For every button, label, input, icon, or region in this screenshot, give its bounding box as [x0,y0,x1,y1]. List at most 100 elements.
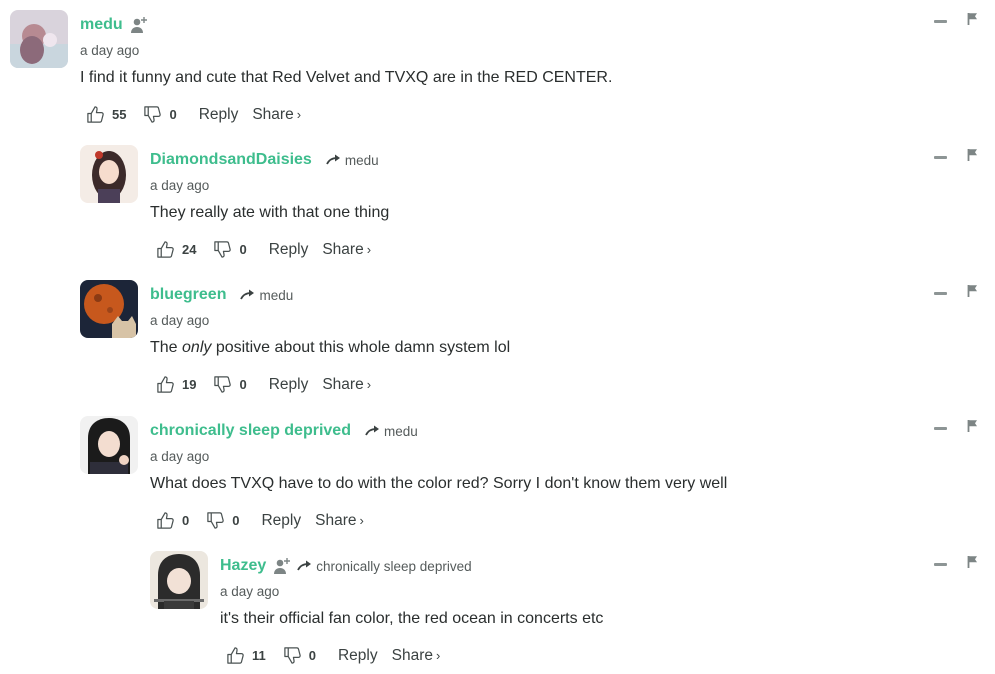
dislike-count: 0 [239,377,247,392]
chevron-right-icon: › [366,241,372,257]
reply-button[interactable]: Reply [199,106,239,124]
share-button[interactable]: Share › [315,512,364,530]
flag-icon[interactable] [967,555,979,569]
comment-actions: 19 0 Reply Share › [156,375,371,394]
thumbs-up-icon [157,376,174,393]
like-count: 24 [182,242,197,257]
follow-user-icon[interactable] [273,557,291,575]
reply-to[interactable]: medu [240,288,293,303]
reply-to[interactable]: medu [365,424,418,439]
share-button[interactable]: Share › [322,241,371,259]
share-label: Share [315,511,357,529]
reply-to-name: chronically sleep deprived [316,558,472,574]
upvote-button[interactable]: 11 [226,646,266,665]
flag-icon[interactable] [967,148,979,162]
avatar[interactable] [10,10,68,68]
reply-arrow-icon [297,560,312,571]
comment-controls [934,12,984,32]
upvote-button[interactable]: 19 [156,375,196,394]
collapse-icon[interactable] [934,156,947,159]
flag-icon[interactable] [967,419,979,433]
like-count: 11 [252,648,266,663]
thumbs-up-icon [87,106,104,123]
reply-arrow-icon [365,425,379,436]
downvote-button[interactable]: 0 [213,240,247,259]
share-button[interactable]: Share › [392,647,441,665]
comment-actions: 55 0 Reply Share › [86,105,301,124]
comment-text: The only positive about this whole damn … [150,339,511,356]
thumbs-down-icon [284,647,301,664]
author-name[interactable]: DiamondsandDaisies [150,151,312,169]
share-label: Share [252,105,294,123]
comment-text: it's their official fan color, the red o… [220,610,604,627]
dislike-count: 0 [169,107,177,122]
thumbs-down-icon [207,512,225,529]
comment-text: I find it funny and cute that Red Velvet… [80,69,613,86]
thumbs-up-icon [157,241,174,258]
reply-arrow-icon [326,154,340,165]
timestamp[interactable]: a day ago [80,43,139,58]
like-count: 55 [112,107,127,122]
share-label: Share [322,240,364,258]
downvote-button[interactable]: 0 [143,105,177,124]
avatar[interactable] [150,551,208,609]
reply-to[interactable]: chronically sleep deprived [297,558,472,574]
author-name[interactable]: Hazey [220,557,266,575]
comment-actions: 0 0 Reply Share › [156,511,364,530]
flag-icon[interactable] [967,284,979,298]
comment-controls [934,419,984,439]
avatar[interactable] [80,280,138,338]
chevron-right-icon: › [366,376,372,392]
comment-actions: 24 0 Reply Share › [156,240,371,259]
reply-arrow-icon [240,289,255,300]
avatar[interactable] [80,145,138,203]
downvote-button[interactable]: 0 [206,511,239,530]
collapse-icon[interactable] [934,563,947,566]
timestamp[interactable]: a day ago [150,178,209,193]
author-name[interactable]: chronically sleep deprived [150,422,351,440]
downvote-button[interactable]: 0 [213,375,247,394]
comment-text: They really ate with that one thing [150,204,390,221]
dislike-count: 0 [232,513,240,528]
like-count: 19 [182,377,197,392]
comment-controls [934,148,984,168]
share-button[interactable]: Share › [252,106,301,124]
comment-text: What does TVXQ have to do with the color… [150,475,728,492]
thumbs-down-icon [214,241,232,258]
reply-button[interactable]: Reply [261,512,301,530]
reply-button[interactable]: Reply [269,376,309,394]
chevron-right-icon: › [359,512,364,528]
dislike-count: 0 [239,242,247,257]
reply-to[interactable]: medu [326,153,379,168]
reply-button[interactable]: Reply [269,241,309,259]
downvote-button[interactable]: 0 [283,646,316,665]
upvote-button[interactable]: 0 [156,511,189,530]
avatar[interactable] [80,416,138,474]
comment-actions: 11 0 Reply Share › [226,646,440,665]
timestamp[interactable]: a day ago [150,449,209,464]
collapse-icon[interactable] [934,20,947,23]
comment-controls [934,555,984,575]
flag-icon[interactable] [967,12,979,26]
thumbs-up-icon [227,647,244,664]
author-name[interactable]: bluegreen [150,286,226,304]
timestamp[interactable]: a day ago [150,313,209,328]
upvote-button[interactable]: 55 [86,105,126,124]
share-label: Share [322,375,364,393]
share-label: Share [391,646,433,664]
comment-controls [934,284,984,304]
reply-to-name: medu [383,423,418,439]
author-name[interactable]: medu [80,16,123,34]
dislike-count: 0 [308,648,316,663]
chevron-right-icon: › [436,647,441,663]
reply-to-name: medu [344,152,379,168]
share-button[interactable]: Share › [322,376,371,394]
follow-user-icon[interactable] [130,16,148,34]
timestamp[interactable]: a day ago [220,584,279,599]
chevron-right-icon: › [296,106,302,122]
collapse-icon[interactable] [934,427,947,430]
reply-button[interactable]: Reply [338,647,378,665]
upvote-button[interactable]: 24 [156,240,196,259]
thumbs-down-icon [144,106,162,123]
collapse-icon[interactable] [934,292,947,295]
